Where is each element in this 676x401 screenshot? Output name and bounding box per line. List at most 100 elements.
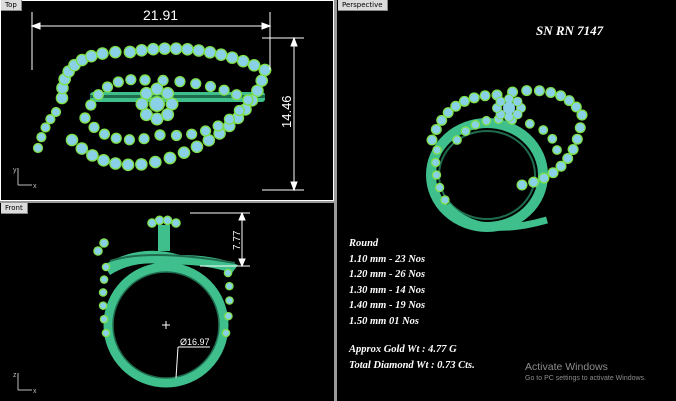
diamond-stone <box>100 239 108 247</box>
stone-line: 1.10 mm - 23 Nos <box>349 253 426 265</box>
diamond-stone <box>563 154 572 163</box>
diamond-stone <box>243 95 253 105</box>
diamond-stone <box>223 330 229 336</box>
diamond-stone <box>201 126 210 136</box>
diamond-stone <box>193 45 204 56</box>
diamond-stone <box>171 43 182 54</box>
flower-petal-stone <box>496 97 505 106</box>
activate-windows-watermark: Activate Windows Go to PC settings to ac… <box>525 361 646 382</box>
diamond-stone <box>100 302 107 309</box>
diamond-stone <box>432 125 441 134</box>
flower-petal-stone <box>151 83 163 95</box>
diamond-stone <box>150 157 161 168</box>
diamond-stone <box>126 75 136 84</box>
diamond-stone <box>182 44 193 55</box>
gold-weight: Approx Gold Wt : 4.77 G <box>349 344 457 355</box>
diamond-stone <box>453 136 461 144</box>
diamond-stone <box>260 65 270 75</box>
diameter-value: Ø16.97 <box>180 337 210 347</box>
front-view-scene: 7.77 Ø16.97 z x <box>13 211 250 395</box>
stone-line: 1.50 mm 01 Nos <box>349 315 420 327</box>
diamond-stone <box>469 93 479 103</box>
diamond-stone <box>159 43 170 54</box>
flower-petal-stone <box>166 98 178 110</box>
diamond-stone <box>433 171 440 179</box>
diamond-stone <box>568 145 578 154</box>
diamond-stone <box>100 289 107 296</box>
diamond-stone <box>67 135 77 145</box>
diamond-stone <box>441 196 449 204</box>
diamond-stone <box>219 85 229 95</box>
diamond-stone <box>156 216 164 224</box>
top-viewport[interactable]: Top 21.91 14.46 y x <box>0 0 334 201</box>
diamond-stone <box>471 121 479 129</box>
diamond-stone <box>517 180 527 190</box>
center-prong-post <box>158 225 170 251</box>
flower-petal-stone <box>151 113 163 125</box>
diamond-stone <box>573 134 582 144</box>
diamond-stone <box>443 108 453 117</box>
diamond-stone <box>535 86 544 95</box>
diamond-stone <box>148 44 159 55</box>
stone-line: 1.40 mm - 19 Nos <box>349 300 426 311</box>
stone-shape-heading: Round <box>349 238 379 249</box>
ring-front-render <box>93 215 238 388</box>
diamond-stone <box>235 106 244 115</box>
flower-petal-stone <box>505 95 513 103</box>
diamond-stone <box>213 121 223 131</box>
diamond-stone <box>140 75 150 85</box>
diamond-stone <box>191 79 201 88</box>
diamond-stone <box>98 155 109 166</box>
diamond-stone <box>191 141 202 152</box>
top-view-scene: 21.91 14.46 y x <box>13 7 304 192</box>
diamond-stone <box>556 162 566 171</box>
diamond-stone <box>41 123 50 132</box>
diamond-stone <box>175 77 185 86</box>
diamond-stone <box>136 159 147 170</box>
diamond-stone <box>101 316 108 323</box>
diamond-stone <box>480 91 490 100</box>
diamond-stone <box>433 146 441 154</box>
diamond-stone <box>548 168 558 177</box>
diamond-stone <box>86 100 96 110</box>
diamond-stone <box>172 219 180 227</box>
diamond-stone <box>37 133 46 141</box>
diamond-stone <box>522 86 531 95</box>
diamond-stone <box>103 264 109 270</box>
diamond-stone <box>482 117 490 125</box>
diamond-stone <box>451 102 460 111</box>
watermark-subtitle: Go to PC settings to activate Windows. <box>525 375 646 382</box>
diamond-stone <box>165 153 175 163</box>
diamond-stone <box>238 56 249 67</box>
diamond-stone <box>148 219 156 227</box>
spec-panel: Round 1.10 mm - 23 Nos 1.20 mm - 26 Nos … <box>349 236 475 373</box>
diamond-stone <box>232 90 241 99</box>
viewport-label-perspective[interactable]: Perspective <box>338 0 388 11</box>
axis-gizmo-top <box>17 168 32 186</box>
diamond-stone <box>52 108 60 116</box>
diamond-stone <box>526 120 534 128</box>
diamond-stone <box>572 102 581 112</box>
diamond-stone <box>556 91 565 100</box>
diamond-stone <box>110 47 121 58</box>
diamond-stone <box>164 216 172 224</box>
viewport-label-top[interactable]: Top <box>1 0 22 11</box>
flower-petal-stone <box>162 88 173 99</box>
diamond-stone <box>577 110 587 120</box>
front-viewport[interactable]: Front 7.77 Ø16.97 z x <box>0 203 334 401</box>
diamond-stone <box>226 283 233 290</box>
flower-petal-stone <box>136 98 148 110</box>
diamond-stone <box>432 159 440 166</box>
flower-petal-stone <box>141 109 152 120</box>
diamond-stone <box>225 114 234 124</box>
perspective-viewport[interactable]: Perspective SN RN 7147 Round 1.10 mm - 2… <box>337 0 676 401</box>
diamond-weight: Total Diamond Wt : 0.73 Cts. <box>349 359 475 371</box>
viewport-label-front[interactable]: Front <box>1 203 28 214</box>
flower-petal-stone <box>141 88 152 99</box>
diamond-stone <box>252 85 263 96</box>
shank-height-value: 7.77 <box>232 230 243 250</box>
flower-petal-stone <box>505 113 513 121</box>
watermark-title: Activate Windows <box>525 361 608 373</box>
width-dimension-value: 21.91 <box>143 7 178 23</box>
diamond-stone <box>462 127 470 135</box>
